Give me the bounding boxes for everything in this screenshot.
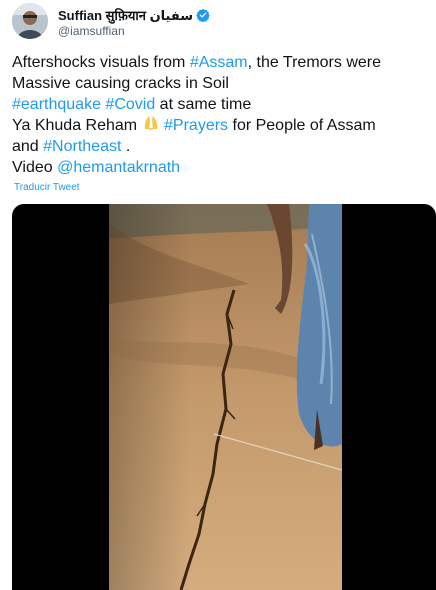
tweet-line-4: Ya Khuda Reham #Prayers for People of As… — [12, 115, 430, 136]
text-span: , the Tremors were — [247, 54, 381, 71]
display-name[interactable]: Suffian सुफ़ियान سفیان — [58, 6, 193, 24]
text-span: Ya Khuda Reham — [12, 117, 142, 134]
hashtag-prayers-link[interactable]: #Prayers — [164, 117, 228, 134]
text-span: at same time — [155, 96, 252, 113]
hashtag-earthquake-link[interactable]: #earthquake — [12, 96, 101, 113]
hashtag-assam-link[interactable]: #Assam — [190, 54, 248, 71]
hashtag-covid-link[interactable]: #Covid — [105, 96, 155, 113]
video-player[interactable] — [12, 204, 436, 590]
avatar-icon — [12, 3, 48, 39]
user-avatar[interactable] — [12, 3, 48, 39]
tweet-line-3: #earthquake #Covid at same time — [12, 94, 430, 115]
mention-link[interactable]: @hemantakrnath — [57, 159, 180, 176]
video-frame — [109, 204, 342, 590]
translate-tweet-link[interactable]: Traducir Tweet — [14, 182, 80, 193]
praying-hands-emoji-icon — [142, 116, 160, 133]
tweet-line-5: and #Northeast . — [12, 136, 430, 157]
user-handle[interactable]: @iamsuffian — [58, 24, 125, 38]
hashtag-northeast-link[interactable]: #Northeast — [43, 138, 121, 155]
tweet-text: Aftershocks visuals from #Assam, the Tre… — [12, 52, 430, 178]
text-span: for People of Assam — [228, 117, 376, 134]
verified-badge-icon — [196, 8, 210, 23]
tweet-line-1: Aftershocks visuals from #Assam, the Tre… — [12, 52, 430, 73]
text-span: Video — [12, 159, 58, 176]
tweet-line-6: Video @hemantakrnath — [12, 157, 430, 178]
tweet-header: Suffian सुफ़ियान سفیان @iamsuffian — [12, 3, 432, 43]
text-span: . — [121, 138, 131, 155]
text-span: Aftershocks visuals from — [12, 54, 190, 71]
text-span: and — [12, 138, 44, 155]
tweet-line-2: Massive causing cracks in Soil — [12, 75, 229, 92]
